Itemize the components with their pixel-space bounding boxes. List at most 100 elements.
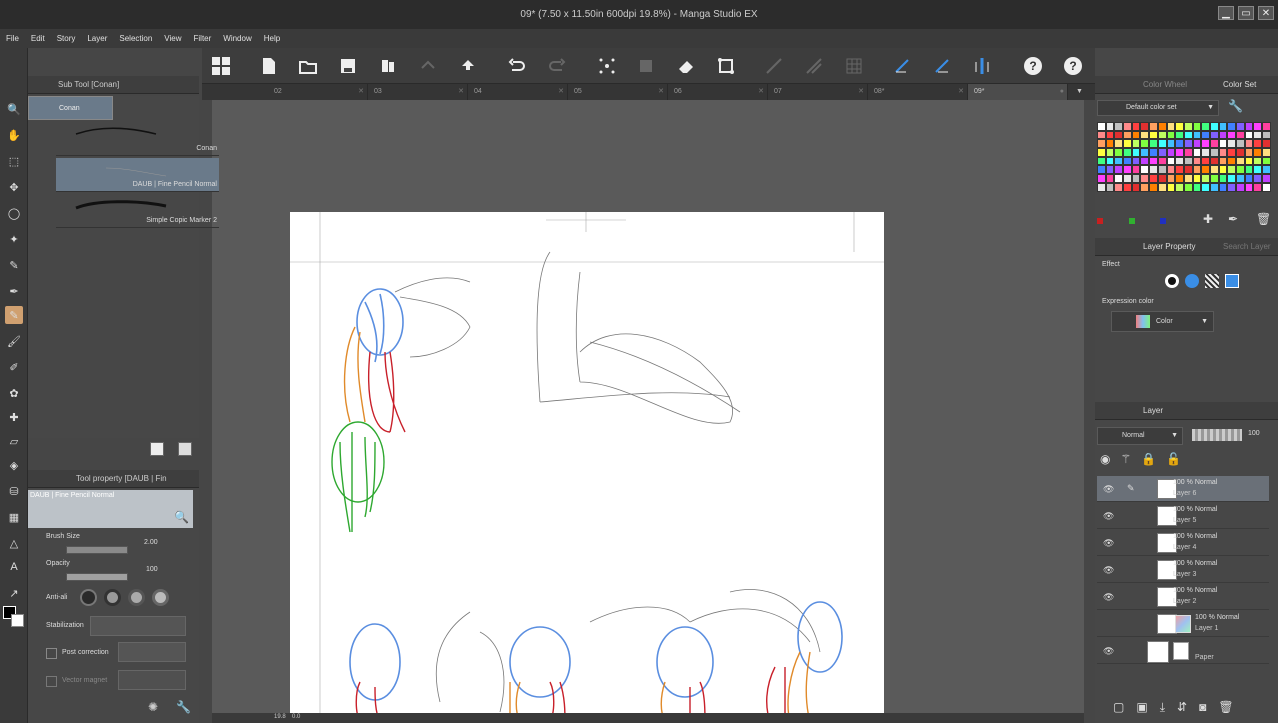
color-swatch[interactable]	[1192, 148, 1202, 157]
color-swatch[interactable]	[1175, 139, 1184, 149]
color-swatch[interactable]	[1157, 148, 1167, 157]
color-swatch[interactable]	[1175, 156, 1184, 166]
color-swatch[interactable]	[1201, 130, 1210, 140]
visibility-eye-icon[interactable]: 👁	[1103, 592, 1114, 603]
color-set-settings-icon[interactable]: 🔧	[1228, 99, 1243, 113]
color-swatch[interactable]	[1175, 130, 1184, 140]
color-swatch[interactable]	[1149, 174, 1158, 183]
delete-subtool-icon[interactable]	[178, 442, 192, 456]
pen-tool-icon[interactable]: ✒	[5, 282, 23, 300]
color-swatch[interactable]	[1105, 174, 1115, 183]
color-swatch[interactable]	[1218, 122, 1228, 131]
angle-readout[interactable]: 0.0	[292, 714, 300, 720]
operation-tool-icon[interactable]: ⬚	[5, 152, 23, 170]
effect-border-icon[interactable]	[1165, 274, 1179, 288]
color-swatch[interactable]	[1105, 139, 1115, 149]
transform-icon[interactable]	[716, 56, 736, 76]
color-swatch[interactable]	[1183, 148, 1193, 157]
color-swatch[interactable]	[1105, 148, 1115, 157]
blend-tool-icon[interactable]: ✚	[5, 408, 23, 426]
color-swatch[interactable]	[1140, 165, 1150, 175]
color-swatch[interactable]	[1166, 156, 1176, 166]
tab-color-set[interactable]: Color Set	[1223, 76, 1256, 94]
color-swatch[interactable]	[1236, 148, 1245, 157]
decoration-tool-icon[interactable]: ✿	[5, 384, 23, 402]
color-swatch[interactable]	[1192, 130, 1202, 140]
text-tool-icon[interactable]: A	[5, 558, 23, 576]
brush-size-slider[interactable]	[66, 546, 128, 554]
color-swatch[interactable]	[1262, 148, 1271, 157]
color-swatch[interactable]	[1244, 156, 1254, 166]
recent-color-red[interactable]	[1097, 218, 1103, 224]
color-swatch[interactable]	[1123, 174, 1132, 183]
close-tab-icon[interactable]: ✕	[458, 84, 464, 100]
color-swatch[interactable]	[1253, 139, 1263, 149]
color-swatch[interactable]	[1166, 148, 1176, 157]
color-swatch[interactable]	[1201, 156, 1210, 166]
close-tab-icon[interactable]: ✕	[958, 84, 964, 100]
color-swatch[interactable]	[1227, 139, 1236, 149]
post-correction-checkbox[interactable]	[46, 648, 57, 659]
minimize-button[interactable]: ▁	[1218, 6, 1234, 20]
hand-tool-icon[interactable]: ✋	[5, 126, 23, 144]
zoom-tool-icon[interactable]: 🔍	[5, 100, 23, 118]
color-swatch[interactable]	[1131, 148, 1141, 157]
fill-tool-icon[interactable]: ◈	[5, 456, 23, 474]
color-swatch[interactable]	[1166, 182, 1176, 192]
merge-down-icon[interactable]: ⤓	[1160, 700, 1165, 715]
color-swatch[interactable]	[1227, 148, 1236, 157]
color-swatch[interactable]	[1218, 139, 1228, 149]
layer-row[interactable]: 👁 ✎ 100 % Normal Layer 6	[1097, 476, 1269, 502]
color-swatch[interactable]	[1140, 130, 1150, 140]
color-swatch[interactable]	[1244, 122, 1254, 131]
save-icon[interactable]	[338, 56, 358, 76]
color-swatch[interactable]	[1183, 122, 1193, 131]
color-swatch[interactable]	[1236, 165, 1245, 175]
color-swatch[interactable]	[1166, 139, 1176, 149]
color-swatch[interactable]	[1192, 174, 1202, 183]
color-swatch[interactable]	[1149, 148, 1158, 157]
color-swatch[interactable]	[1227, 165, 1236, 175]
color-swatch[interactable]	[1114, 165, 1124, 175]
opacity-slider[interactable]	[66, 573, 128, 581]
color-swatch[interactable]	[1218, 165, 1228, 175]
color-swatch[interactable]	[1183, 174, 1193, 183]
visibility-eye-icon[interactable]: 👁	[1103, 511, 1114, 522]
color-swatch[interactable]	[1140, 122, 1150, 131]
visibility-eye-icon[interactable]: 👁	[1103, 484, 1114, 495]
correct-line-tool-icon[interactable]: ↗	[5, 584, 23, 602]
close-tab-icon[interactable]: ✕	[758, 84, 764, 100]
color-swatch[interactable]	[1227, 182, 1236, 192]
color-swatch[interactable]	[1236, 130, 1245, 140]
color-swatch[interactable]	[1253, 130, 1263, 140]
color-swatch[interactable]	[1131, 174, 1141, 183]
color-swatch[interactable]	[1140, 174, 1150, 183]
undo-icon[interactable]	[507, 56, 527, 76]
eyedropper-color-icon[interactable]: ✒	[1228, 212, 1238, 226]
color-swatch[interactable]	[1209, 182, 1219, 192]
color-swatch[interactable]	[1149, 182, 1158, 192]
color-swatch[interactable]	[1097, 122, 1106, 131]
color-swatch[interactable]	[1236, 139, 1245, 149]
color-swatch[interactable]	[1140, 139, 1150, 149]
color-swatch[interactable]	[1227, 174, 1236, 183]
color-swatch[interactable]	[1131, 130, 1141, 140]
visibility-eye-icon[interactable]: 👁	[1103, 565, 1114, 576]
menu-selection[interactable]: Selection	[119, 34, 152, 43]
vector-magnet-slider[interactable]	[118, 670, 186, 690]
reference-layer-icon[interactable]: ⚚	[1120, 452, 1131, 466]
color-swatch[interactable]	[1183, 165, 1193, 175]
color-swatch[interactable]	[1227, 122, 1236, 131]
clip-layer-icon[interactable]: ◉	[1100, 452, 1110, 466]
color-swatch[interactable]	[1123, 182, 1132, 192]
layer-row[interactable]: 👁 100 % Normal Layer 5	[1097, 503, 1269, 529]
snap-special-icon[interactable]	[932, 56, 952, 76]
color-swatch[interactable]	[1114, 174, 1124, 183]
color-swatch[interactable]	[1157, 156, 1167, 166]
tab-06[interactable]: 06 ✕	[668, 84, 768, 100]
color-swatch[interactable]	[1262, 122, 1271, 131]
color-swatch[interactable]	[1209, 122, 1219, 131]
tab-09[interactable]: 09* ●	[968, 84, 1068, 100]
antialias-medium[interactable]	[128, 589, 145, 606]
ruler-tool-icon[interactable]: △	[5, 534, 23, 552]
